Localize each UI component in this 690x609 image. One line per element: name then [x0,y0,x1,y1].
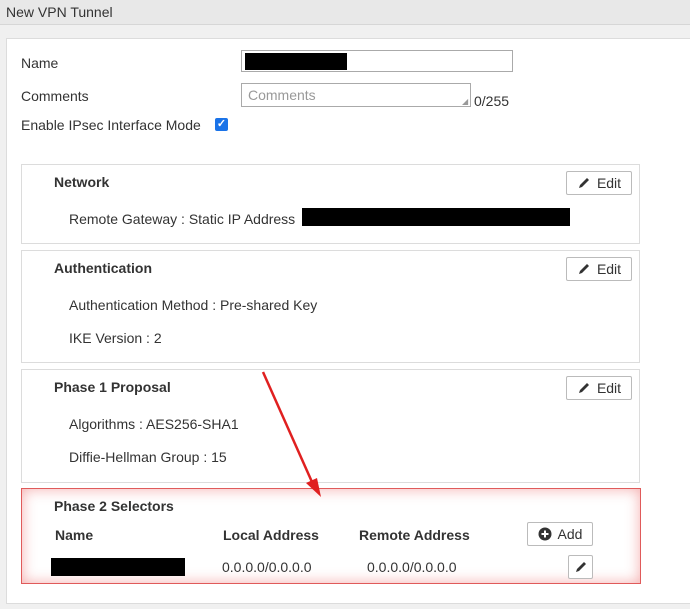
ike-version: IKE Version : 2 [69,330,162,346]
phase1-section: Phase 1 Proposal Edit Algorithms : AES25… [21,369,640,483]
checkmark-icon: ✓ [216,118,227,130]
pencil-icon [578,178,589,188]
comments-label: Comments [21,88,89,104]
pencil-icon [575,562,586,572]
comments-counter: 0/255 [474,93,510,109]
column-local-address: Local Address [223,527,319,543]
network-edit-button[interactable]: Edit [566,171,632,195]
name-redaction [245,53,347,70]
phase2-add-label: Add [557,526,583,542]
window-titlebar: New VPN Tunnel [0,0,690,25]
remote-gateway-redaction [302,208,570,226]
phase2-add-button[interactable]: Add [527,522,593,546]
network-edit-label: Edit [596,175,622,191]
phase1-edit-button[interactable]: Edit [566,376,632,400]
name-label: Name [21,55,59,71]
authentication-section: Authentication Edit Authentication Metho… [21,250,640,363]
comments-field[interactable] [241,83,471,107]
authentication-title: Authentication [54,260,152,276]
phase1-edit-label: Edit [596,380,622,396]
resize-grip-icon[interactable]: ◢ [462,98,470,106]
window-title: New VPN Tunnel [6,4,113,20]
algorithms: Algorithms : AES256-SHA1 [69,416,239,432]
authentication-edit-button[interactable]: Edit [566,257,632,281]
row-remote-address: 0.0.0.0/0.0.0.0 [367,559,457,575]
pencil-icon [578,264,589,274]
phase2-section: Phase 2 Selectors Name Local Address Rem… [21,488,641,584]
selector-name-redaction [51,558,185,576]
network-title: Network [54,174,110,190]
row-edit-button[interactable] [568,555,593,579]
pencil-icon [578,383,589,393]
column-name: Name [55,527,94,543]
column-remote-address: Remote Address [359,527,470,543]
remote-gateway-label: Remote Gateway : Static IP Address [69,211,296,227]
authentication-edit-label: Edit [596,261,622,277]
network-section: Network Edit Remote Gateway : Static IP … [21,164,640,244]
phase2-title: Phase 2 Selectors [54,498,174,514]
plus-circle-icon [538,527,552,541]
ipsec-mode-checkbox[interactable]: ✓ [215,118,228,131]
diffie-hellman-group: Diffie-Hellman Group : 15 [69,449,227,465]
row-local-address: 0.0.0.0/0.0.0.0 [222,559,312,575]
authentication-method: Authentication Method : Pre-shared Key [69,297,318,313]
phase1-title: Phase 1 Proposal [54,379,171,395]
ipsec-mode-label: Enable IPsec Interface Mode [21,117,201,133]
